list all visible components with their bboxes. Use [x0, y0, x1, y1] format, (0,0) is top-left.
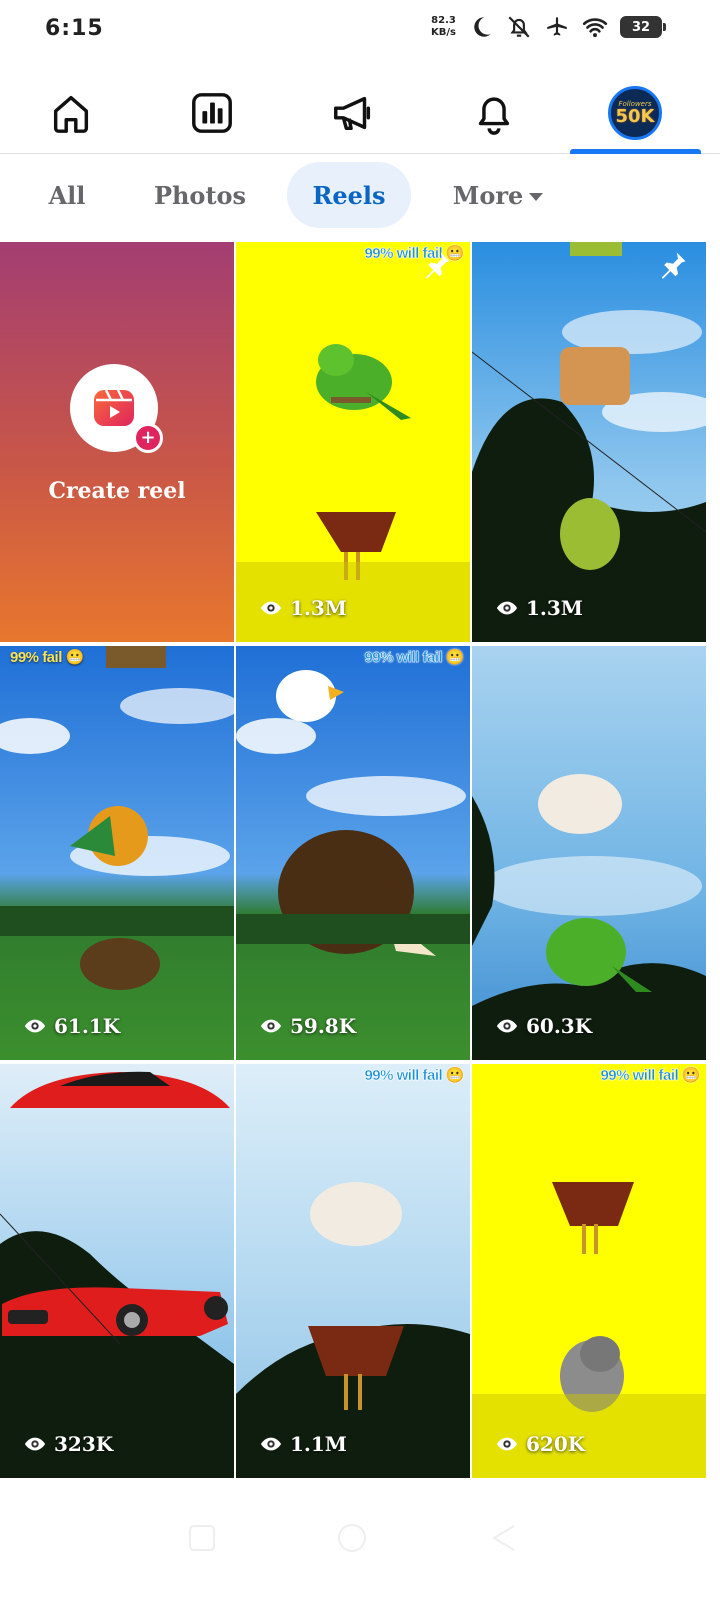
reel-tile[interactable]: 99% will fail 😬 59.8K [236, 646, 470, 1060]
eye-icon [260, 1019, 282, 1033]
nav-notifications[interactable] [449, 72, 539, 154]
reel-thumbnail [236, 1182, 470, 1478]
nav-active-indicator [570, 149, 701, 154]
nav-ads[interactable] [308, 72, 398, 154]
plus-icon: + [133, 423, 163, 453]
wifi-icon [582, 18, 608, 38]
home-icon [53, 95, 89, 133]
bell-off-icon [508, 16, 530, 38]
home-button-icon[interactable] [332, 1518, 372, 1558]
tab-reels[interactable]: Reels [287, 162, 411, 228]
status-bar: 6:15 82.3 KB/s 32 [0, 0, 720, 62]
reel-caption: 99% will fail 😬 [364, 649, 464, 666]
battery-level: 32 [631, 19, 651, 35]
system-nav-bar [0, 1478, 720, 1600]
eye-icon [496, 1437, 518, 1451]
reel-thumbnail [0, 646, 234, 990]
view-count: 61.1K [24, 1014, 120, 1038]
reel-caption: 99% will fail 😬 [364, 1067, 464, 1084]
tab-more-label: More [452, 180, 524, 210]
airplane-icon [547, 17, 567, 36]
view-count-text: 323K [54, 1432, 114, 1456]
net-speed-unit: KB/s [431, 27, 456, 38]
avatar-badge-text: 50K [615, 106, 655, 127]
battery-icon: 32 [620, 16, 666, 38]
eye-icon [496, 1019, 518, 1033]
create-reel-label: Create reel [48, 478, 186, 504]
view-count-text: 620K [526, 1432, 586, 1456]
reel-tile[interactable]: 99% fail 😬 61.1K [0, 646, 234, 1060]
reel-tile[interactable]: 60.3K [472, 646, 706, 1060]
status-time: 6:15 [45, 16, 104, 41]
profile-avatar: Followers 50K [608, 86, 662, 140]
nav-home[interactable] [26, 72, 116, 154]
reel-tile[interactable]: 99% will fail 😬 1.3M [236, 242, 470, 642]
pin-icon [661, 252, 686, 279]
chevron-down-icon [529, 192, 544, 201]
create-reel-tile[interactable]: + Create reel [0, 242, 234, 642]
view-count: 620K [496, 1432, 585, 1456]
tab-photos[interactable]: Photos [138, 162, 262, 228]
eye-icon [260, 601, 282, 615]
view-count-text: 1.3M [290, 596, 347, 620]
view-count-text: 59.8K [290, 1014, 357, 1038]
reel-thumbnail [236, 344, 470, 642]
notifications-icon [478, 97, 510, 135]
back-icon[interactable] [484, 1518, 524, 1558]
filter-tabs: All Photos Reels More [0, 160, 720, 230]
eye-icon [496, 601, 518, 615]
reel-tile[interactable]: 323K [0, 1064, 234, 1478]
reel-tile[interactable]: 99% will fail 😬 620K [472, 1064, 706, 1478]
net-speed-value: 82.3 [431, 15, 456, 26]
top-nav: Followers 50K [0, 72, 720, 154]
reel-caption: 99% fail 😬 [10, 649, 84, 666]
status-icons: 82.3 KB/s 32 [431, 14, 666, 40]
eye-icon [24, 1019, 46, 1033]
moon-icon [474, 17, 491, 37]
view-count: 59.8K [260, 1014, 356, 1038]
eye-icon [24, 1437, 46, 1451]
view-count: 323K [24, 1432, 113, 1456]
view-count-text: 1.1M [290, 1432, 347, 1456]
view-count: 1.3M [496, 596, 583, 620]
reel-thumbnail [472, 242, 706, 642]
reel-caption: 99% will fail 😬 [600, 1067, 700, 1084]
view-count: 1.1M [260, 1432, 347, 1456]
tab-more[interactable]: More [434, 162, 562, 228]
megaphone-icon [334, 96, 371, 131]
insights-icon [192, 93, 232, 133]
view-count: 1.3M [260, 596, 347, 620]
view-count-text: 1.3M [526, 596, 583, 620]
reel-thumbnail [472, 1182, 706, 1478]
reel-thumbnail [0, 1071, 234, 1478]
reel-thumbnail [236, 670, 470, 956]
reel-thumbnail [472, 774, 706, 1060]
eye-icon [260, 1437, 282, 1451]
view-count: 60.3K [496, 1014, 592, 1038]
network-speed: 82.3 KB/s [431, 15, 456, 39]
view-count-text: 60.3K [526, 1014, 593, 1038]
reel-tile[interactable]: 99% will fail 😬 1.1M [236, 1064, 470, 1478]
tab-all[interactable]: All [30, 162, 104, 228]
recents-icon[interactable] [182, 1518, 222, 1558]
view-count-text: 61.1K [54, 1014, 121, 1038]
nav-profile[interactable]: Followers 50K [590, 72, 680, 154]
pin-icon [425, 252, 450, 279]
nav-insights[interactable] [167, 72, 257, 154]
reel-tile[interactable]: 1.3M [472, 242, 706, 642]
